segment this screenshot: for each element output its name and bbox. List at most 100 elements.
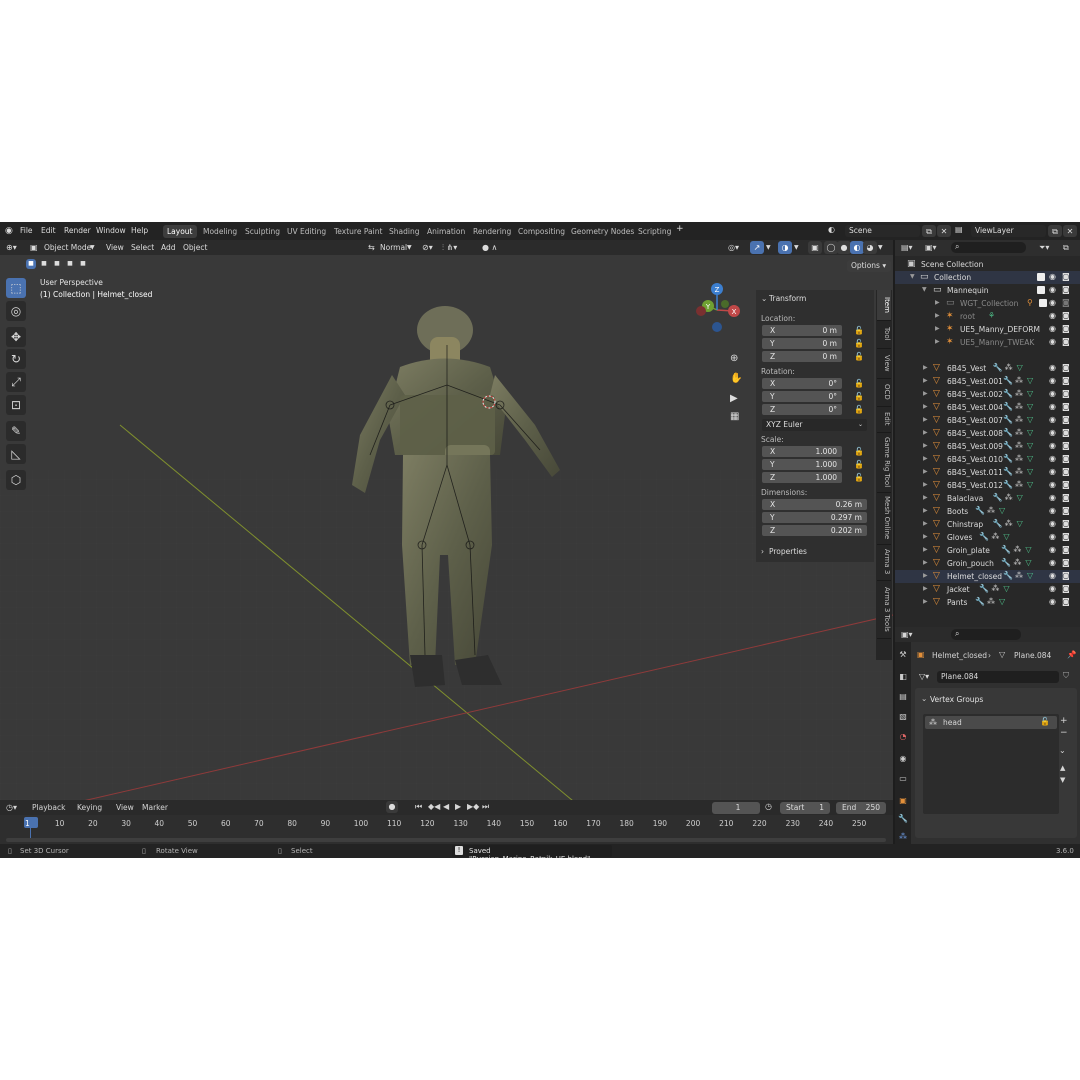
menu-file[interactable]: File: [20, 226, 33, 235]
delete-scene-icon[interactable]: ✕: [937, 225, 951, 237]
chevron-down-icon[interactable]: ▼: [922, 286, 927, 293]
lock-icon[interactable]: 🔓: [854, 447, 864, 456]
jump-keyframe-forward-icon[interactable]: ▶◆: [467, 802, 479, 811]
eye-icon[interactable]: ◉: [1049, 337, 1056, 346]
chevron-right-icon[interactable]: ▶: [923, 364, 928, 371]
outliner-row-object[interactable]: ▶ ▽ Pants 🔧 ⁂ ▽ ◉ ◙: [895, 596, 1080, 609]
camera-icon[interactable]: ◙: [1062, 519, 1070, 528]
preview-range-icon[interactable]: ◷: [765, 802, 772, 811]
eye-icon[interactable]: ◉: [1049, 272, 1056, 281]
outliner-row-object[interactable]: ▶ ▽ Gloves 🔧 ⁂ ▽ ◉ ◙: [895, 531, 1080, 544]
view-layer-tab-icon[interactable]: ▧: [897, 712, 909, 724]
eye-icon[interactable]: ◉: [1049, 584, 1056, 593]
eye-icon[interactable]: ◉: [1049, 285, 1056, 294]
object-tab-icon[interactable]: ▣: [897, 796, 909, 808]
outliner-row-object[interactable]: ▶ ▽ 6B45_Vest.007 🔧 ⁂ ▽ ◉ ◙: [895, 414, 1080, 427]
tab-item[interactable]: Item: [877, 290, 891, 321]
chevron-right-icon[interactable]: ▶: [935, 312, 940, 319]
camera-icon[interactable]: ◙: [1062, 558, 1070, 567]
camera-icon[interactable]: ◙: [1062, 506, 1070, 515]
add-cube-tool[interactable]: ⬡: [6, 470, 26, 490]
chevron-right-icon[interactable]: ▶: [923, 481, 928, 488]
tab-sculpting[interactable]: Sculpting: [241, 225, 284, 238]
eye-icon[interactable]: ◉: [1049, 454, 1056, 463]
output-tab-icon[interactable]: ▤: [897, 692, 909, 704]
orientation-dropdown[interactable]: Normal: [380, 243, 407, 252]
vertex-groups-header[interactable]: Vertex Groups: [930, 695, 983, 704]
editor-type-icon[interactable]: ⊕▾: [6, 243, 17, 252]
ortho-grid-icon[interactable]: ▦: [730, 411, 739, 422]
eye-icon[interactable]: ◉: [1049, 415, 1056, 424]
outliner-row-object[interactable]: ▶ ▽ Jacket 🔧 ⁂ ▽ ◉ ◙: [895, 583, 1080, 596]
3d-viewport[interactable]: ⊕▾ ▣ Object Mode ▼ View Select Add Objec…: [0, 240, 893, 800]
end-frame-field[interactable]: End 250: [836, 802, 886, 814]
camera-icon[interactable]: ◙: [1062, 298, 1070, 307]
tab-game-rig-tool[interactable]: Game Rig Tool: [877, 432, 891, 493]
camera-icon[interactable]: ◙: [1062, 441, 1070, 450]
outliner-row-root[interactable]: ▶ ✶ root ⚘ ◉ ◙: [895, 310, 1080, 323]
play-icon[interactable]: ▶: [455, 802, 461, 811]
chevron-right-icon[interactable]: ▶: [923, 416, 928, 423]
visibility-icon[interactable]: ◎▾: [728, 243, 739, 252]
location-z-field[interactable]: Z0 m: [762, 351, 842, 362]
eye-icon[interactable]: ◉: [1049, 480, 1056, 489]
outliner-search-input[interactable]: ⌕: [951, 242, 1026, 253]
chevron-right-icon[interactable]: ▶: [923, 429, 928, 436]
eye-icon[interactable]: ◉: [1049, 597, 1056, 606]
tab-modeling[interactable]: Modeling: [199, 225, 241, 238]
tab-scripting[interactable]: Scripting: [634, 225, 675, 238]
outliner-row-collection[interactable]: ▼ ▭ Collection ◉ ◙: [895, 271, 1080, 284]
outliner-row-object[interactable]: ▶ ▽ 6B45_Vest.011 🔧 ⁂ ▽ ◉ ◙: [895, 466, 1080, 479]
outliner-row-manny-deform[interactable]: ▶ ✶ UE5_Manny_DEFORM ◉ ◙: [895, 323, 1080, 336]
menu-marker[interactable]: Marker: [142, 803, 168, 812]
tab-rendering[interactable]: Rendering: [469, 225, 515, 238]
chevron-right-icon[interactable]: ▶: [923, 546, 928, 553]
eye-icon[interactable]: ◉: [1049, 376, 1056, 385]
pan-hand-icon[interactable]: ✋: [730, 373, 742, 384]
view-layer-selector[interactable]: ViewLayer: [971, 225, 1046, 237]
chevron-right-icon[interactable]: ▶: [923, 533, 928, 540]
tab-animation[interactable]: Animation: [423, 225, 469, 238]
new-scene-icon[interactable]: ⧉: [922, 225, 936, 237]
remove-vertex-group-icon[interactable]: −: [1060, 728, 1068, 738]
lock-icon[interactable]: 🔓: [854, 339, 864, 348]
tab-view[interactable]: View: [877, 348, 891, 379]
camera-icon[interactable]: ◙: [1062, 324, 1070, 333]
snap-icon[interactable]: ⫶ ⋔▾: [442, 243, 457, 253]
zoom-icon[interactable]: ⊕: [730, 353, 738, 364]
camera-icon[interactable]: ◙: [1062, 272, 1070, 281]
camera-icon[interactable]: ◙: [1062, 402, 1070, 411]
editor-type-icon[interactable]: ▣▾: [901, 630, 913, 639]
chevron-right-icon[interactable]: ▶: [923, 559, 928, 566]
chevron-right-icon[interactable]: ▶: [935, 325, 940, 332]
eye-icon[interactable]: ◉: [1049, 298, 1056, 307]
move-tool[interactable]: ✥: [6, 327, 26, 347]
transform-header[interactable]: Transform: [769, 294, 806, 303]
eye-icon[interactable]: ◉: [1049, 389, 1056, 398]
current-frame-field[interactable]: 1: [712, 802, 760, 814]
rotation-z-field[interactable]: Z 0°: [762, 404, 842, 415]
lock-icon[interactable]: 🔓: [1040, 717, 1050, 726]
menu-playback[interactable]: Playback: [32, 803, 65, 812]
eye-icon[interactable]: ◉: [1049, 441, 1056, 450]
camera-icon[interactable]: ◙: [1062, 337, 1070, 346]
chevron-right-icon[interactable]: ▶: [923, 598, 928, 605]
fake-user-icon[interactable]: ⛉: [1063, 671, 1069, 681]
lock-icon[interactable]: 🔓: [854, 473, 864, 482]
outliner-row-object[interactable]: ▶ ▽ 6B45_Vest.002 🔧 ⁂ ▽ ◉ ◙: [895, 388, 1080, 401]
solid-shading-icon[interactable]: ●: [837, 241, 851, 254]
jump-start-icon[interactable]: ⏮: [415, 802, 422, 812]
chevron-right-icon[interactable]: ▶: [923, 442, 928, 449]
collection-tab-icon[interactable]: ▭: [897, 774, 909, 786]
xray-toggle-icon[interactable]: ▣: [808, 241, 822, 254]
outliner-row-object[interactable]: ▶ ▽ 6B45_Vest.012 🔧 ⁂ ▽ ◉ ◙: [895, 479, 1080, 492]
eye-icon[interactable]: ◉: [1049, 493, 1056, 502]
scene-selector[interactable]: Scene: [845, 225, 920, 237]
cursor-tool[interactable]: ◎: [6, 301, 26, 321]
display-mode-icon[interactable]: ▣▾: [925, 243, 937, 252]
tab-ocd[interactable]: OCD: [877, 378, 891, 407]
exclude-checkbox[interactable]: [1037, 273, 1045, 281]
outliner-row-object[interactable]: ▶ ▽ Groin_plate 🔧 ⁂ ▽ ◉ ◙: [895, 544, 1080, 557]
start-frame-field[interactable]: Start 1: [780, 802, 830, 814]
camera-icon[interactable]: ◙: [1062, 597, 1070, 606]
